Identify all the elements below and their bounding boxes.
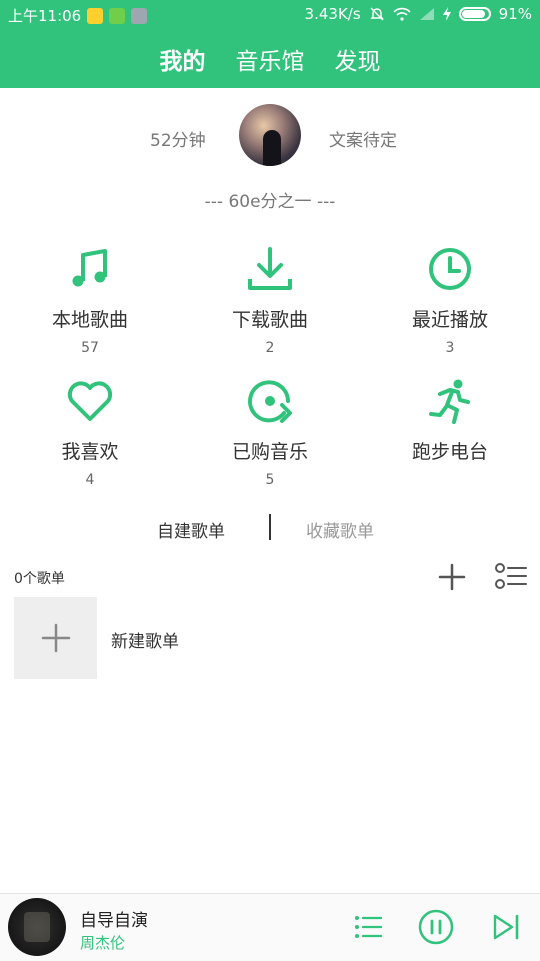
clock-text: 上午11:06 (8, 7, 82, 25)
download-icon (248, 247, 292, 290)
grid-item-purchased[interactable]: 已购音乐 5 (180, 377, 360, 488)
avatar[interactable] (239, 104, 301, 166)
pause-icon[interactable] (418, 909, 454, 945)
new-playlist-row[interactable]: 新建歌单 (14, 597, 514, 679)
purchased-disc-icon (248, 380, 292, 423)
grid-item-label: 我喜欢 (61, 441, 119, 463)
new-playlist-thumb (14, 597, 97, 679)
manage-playlists-icon[interactable] (494, 562, 528, 592)
playlist-queue-icon[interactable] (354, 913, 382, 941)
signal-icon (419, 8, 434, 20)
plus-icon (41, 623, 70, 653)
status-bar: 上午11:06 3.43K/s 91% (0, 0, 540, 30)
grid-item-count: 5 (265, 472, 275, 488)
charging-icon (442, 7, 451, 21)
new-playlist-label: 新建歌单 (111, 632, 179, 652)
grid-item-label: 最近播放 (411, 309, 488, 331)
clock-icon (429, 248, 471, 290)
tab-music-hall[interactable]: 音乐馆 (236, 42, 305, 76)
grid-item-running-radio[interactable]: 跑步电台 (360, 377, 540, 472)
network-speed: 3.43K/s (304, 5, 361, 23)
tab-mine[interactable]: 我的 (160, 42, 206, 76)
mini-player: 自导自演 周杰伦 (0, 893, 540, 961)
grid-item-label: 已购音乐 (231, 441, 308, 463)
grid-item-count: 3 (445, 340, 455, 356)
top-navigation: 我的 音乐馆 发现 (0, 30, 540, 88)
playlist-list-header: 0个歌单 (0, 560, 540, 594)
grid-item-label: 跑步电台 (411, 441, 488, 463)
qq-icon (87, 7, 104, 24)
battery-percent: 91% (498, 5, 532, 23)
music-note-icon (72, 249, 107, 287)
grid-item-count: 2 (265, 340, 275, 356)
heart-icon (67, 381, 113, 421)
tab-favorited-playlists[interactable]: 收藏歌单 (306, 517, 374, 542)
album-cover[interactable] (8, 898, 66, 956)
listening-minutes: 52分钟 (150, 131, 206, 151)
grid-item-count: 4 (85, 472, 95, 488)
playlist-tabs: 自建歌单 收藏歌单 (0, 510, 540, 544)
profile-subtitle: --- 60e分之一 --- (204, 192, 336, 212)
now-playing-artist: 周杰伦 (80, 934, 126, 952)
tab-divider (269, 514, 271, 540)
grid-item-local-songs[interactable]: 本地歌曲 57 (0, 245, 180, 356)
running-icon (429, 379, 470, 424)
tab-created-playlists[interactable]: 自建歌单 (157, 517, 225, 542)
playlist-count: 0个歌单 (14, 571, 65, 587)
wechat-icon (109, 7, 126, 24)
profile-section: 52分钟 文案待定 (0, 104, 540, 168)
tab-discover[interactable]: 发现 (335, 42, 381, 76)
next-track-icon[interactable] (492, 913, 520, 941)
grid-item-label: 本地歌曲 (51, 309, 128, 331)
grid-item-count: 57 (81, 340, 99, 356)
profile-slogan: 文案待定 (329, 131, 397, 151)
mute-icon (369, 7, 384, 21)
battery-icon (458, 7, 491, 21)
grid-item-recent[interactable]: 最近播放 3 (360, 245, 540, 356)
wifi-icon (393, 7, 411, 21)
grid-item-downloads[interactable]: 下载歌曲 2 (180, 245, 360, 356)
now-playing-title: 自导自演 (80, 911, 148, 931)
grid-item-liked[interactable]: 我喜欢 4 (0, 377, 180, 488)
grid-item-label: 下载歌曲 (231, 309, 308, 331)
add-playlist-icon[interactable] (437, 562, 467, 592)
notes-icon (131, 7, 148, 24)
